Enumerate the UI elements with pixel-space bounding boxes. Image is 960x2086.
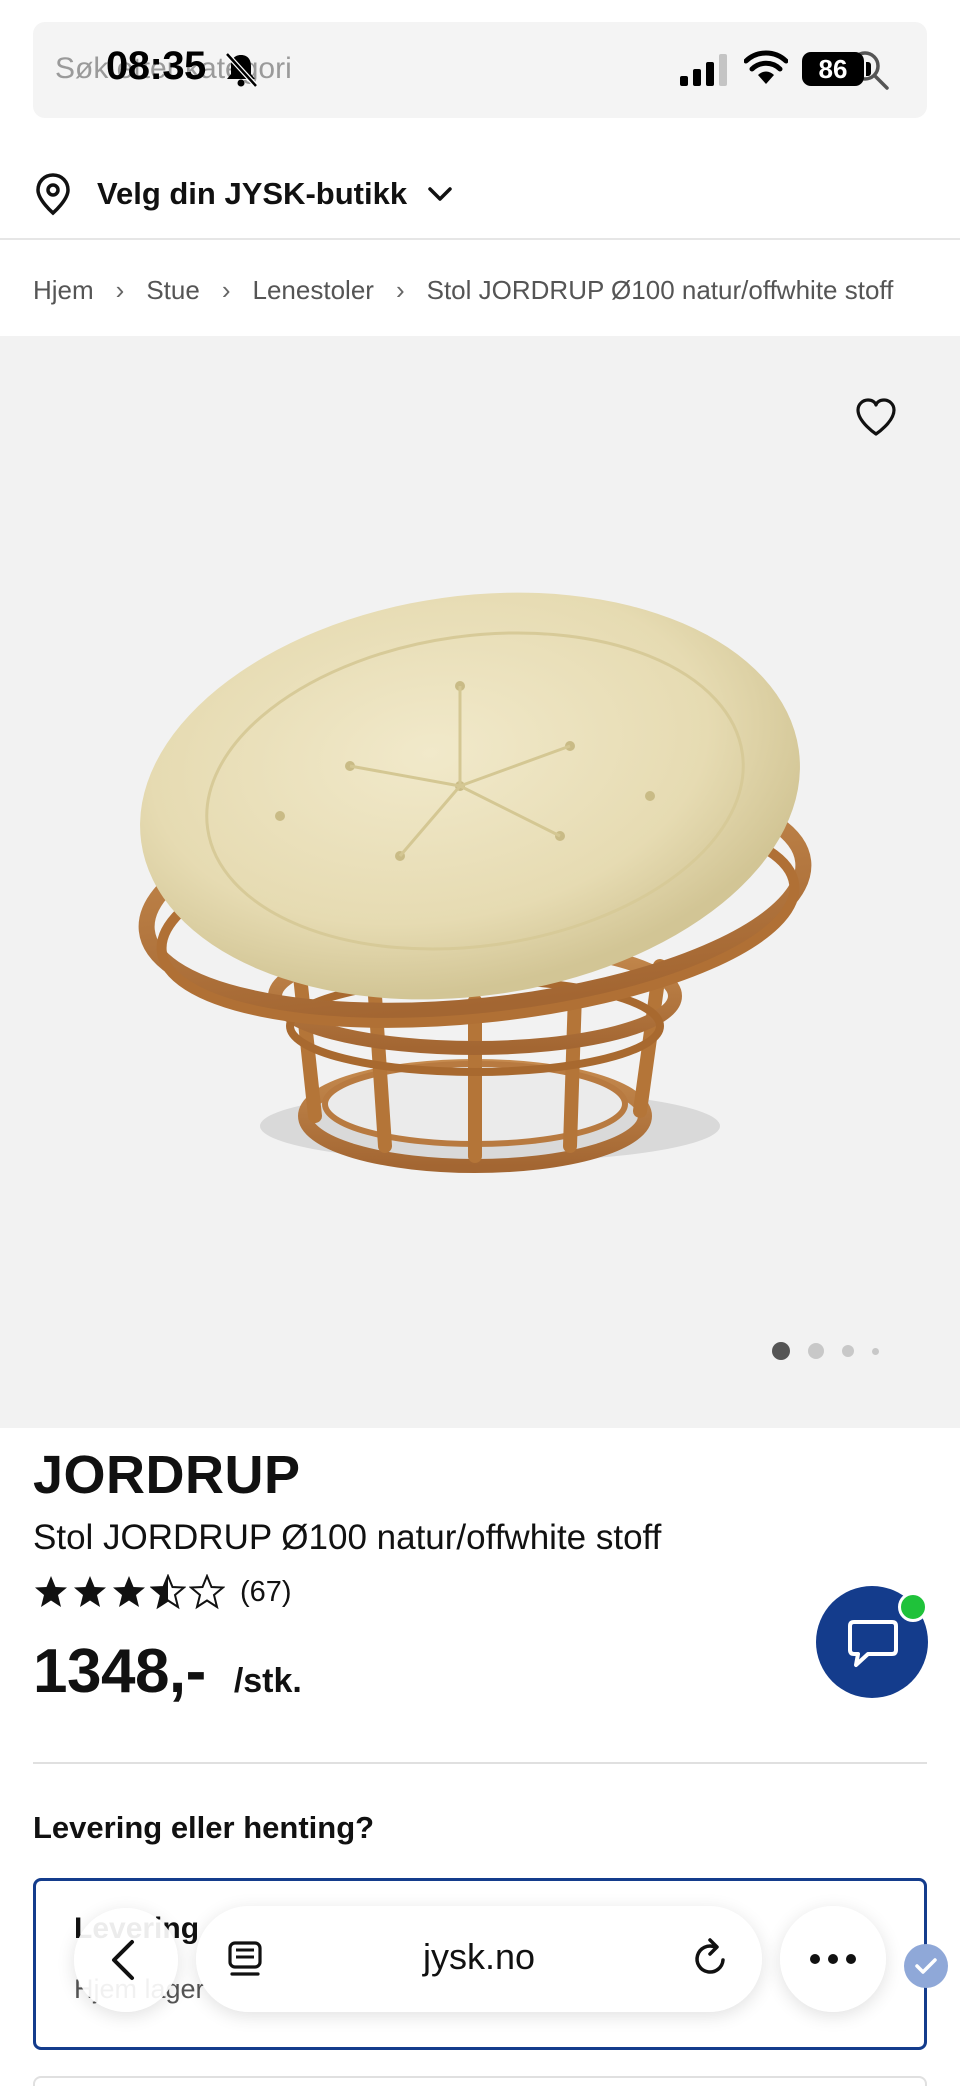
breadcrumb-item-current: Stol JORDRUP Ø100 natur/offwhite stoff xyxy=(426,274,894,305)
breadcrumb-chevron-icon: › xyxy=(221,274,231,305)
browser-back-button[interactable] xyxy=(74,1908,178,2012)
chevron-down-icon xyxy=(428,187,452,201)
star-half-icon xyxy=(150,1574,186,1610)
gallery-dot[interactable] xyxy=(808,1343,824,1359)
product-gallery[interactable] xyxy=(0,336,960,1428)
chevron-left-icon xyxy=(112,1940,134,1980)
more-dots-icon xyxy=(810,1954,856,1964)
gallery-dot-active[interactable] xyxy=(772,1342,790,1360)
product-name: Stol JORDRUP Ø100 natur/offwhite stoff xyxy=(33,1518,662,1557)
gallery-pagination[interactable] xyxy=(772,1342,879,1360)
breadcrumb: Hjem › Stue › Lenestoler › Stol JORDRUP … xyxy=(33,270,893,310)
heart-favorite-icon[interactable] xyxy=(854,396,898,438)
status-time: 08:35 xyxy=(106,44,206,88)
wifi-icon xyxy=(744,50,788,84)
product-brand: JORDRUP xyxy=(33,1445,301,1505)
star-filled-icon xyxy=(74,1576,106,1607)
chat-bubble-icon xyxy=(848,1620,898,1667)
cellular-signal-icon xyxy=(680,54,727,86)
section-divider xyxy=(33,1762,927,1764)
breadcrumb-item-stue[interactable]: Stue xyxy=(146,275,200,306)
breadcrumb-item-lenestoler[interactable]: Lenestoler xyxy=(253,275,374,306)
price-unit: /stk. xyxy=(233,1662,302,1700)
verified-badge xyxy=(904,1944,948,1988)
product-price: 1348,- xyxy=(33,1637,206,1706)
product-image-chair xyxy=(138,592,812,1173)
product-rating[interactable]: (67) xyxy=(33,1574,292,1610)
gallery-dot[interactable] xyxy=(842,1345,854,1357)
browser-address-bar[interactable]: jysk.no xyxy=(196,1906,762,2012)
rating-count: (67) xyxy=(240,1575,292,1608)
breadcrumb-item-hjem[interactable]: Hjem xyxy=(33,275,94,306)
location-pin-icon xyxy=(36,173,70,216)
star-filled-icon xyxy=(35,1576,67,1607)
pickup-option-card[interactable] xyxy=(33,2076,927,2086)
delivery-title: Levering eller henting? xyxy=(33,1810,375,1845)
chat-online-indicator xyxy=(898,1592,928,1622)
browser-url: jysk.no xyxy=(422,1936,536,1977)
price-row: 1348,- /stk. xyxy=(33,1636,302,1707)
checkmark-icon xyxy=(915,1958,937,1974)
battery-tip xyxy=(866,62,871,76)
store-picker-label: Velg din JYSK-butikk xyxy=(97,176,408,211)
breadcrumb-chevron-icon: › xyxy=(115,274,125,305)
gallery-dot[interactable] xyxy=(872,1347,879,1355)
breadcrumb-chevron-icon: › xyxy=(395,274,405,305)
bell-muted-icon xyxy=(225,52,258,88)
star-filled-icon xyxy=(113,1576,145,1607)
star-empty-icon xyxy=(189,1574,225,1610)
store-picker[interactable]: Velg din JYSK-butikk xyxy=(33,168,455,220)
browser-more-button[interactable] xyxy=(780,1906,886,2012)
reload-icon[interactable] xyxy=(690,1936,732,1982)
battery-indicator: 86 xyxy=(802,52,864,86)
header-divider xyxy=(0,238,960,240)
